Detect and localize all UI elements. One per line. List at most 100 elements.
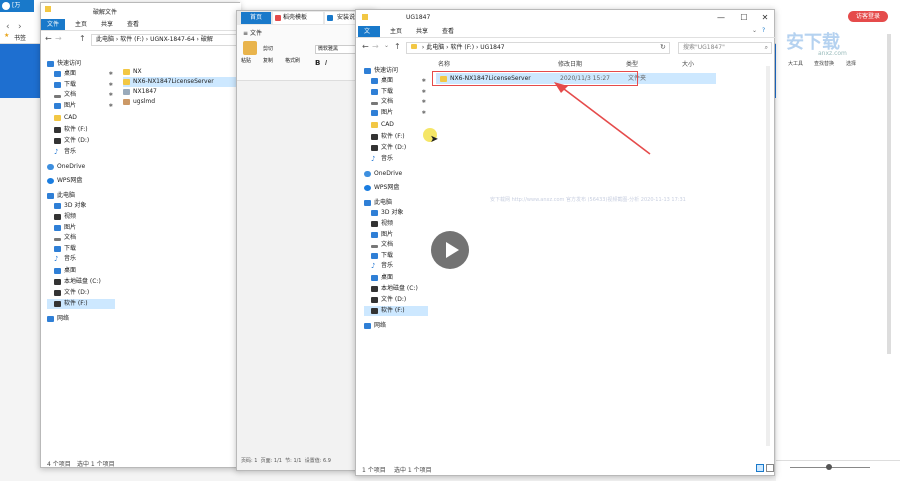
sidebar-item[interactable]: 视频 [364,219,428,229]
sidebar-item[interactable]: 下载 ✱ [47,80,115,90]
help-icon[interactable]: ? [762,27,765,34]
right-scrollbar[interactable] [887,34,891,354]
column-type[interactable]: 类型 [626,60,638,70]
sidebar-item[interactable]: 文档 ✱ [47,90,115,100]
back-icon[interactable]: ← [362,42,369,51]
tab-file[interactable]: 文件 [358,26,380,46]
address-seg-4[interactable]: 破解 [201,36,213,43]
bold-icon[interactable]: B [315,59,320,67]
column-name[interactable]: 名称 [438,60,450,70]
wps-menu-file[interactable]: ≡ 文件 [243,28,262,37]
column-size[interactable]: 大小 [682,60,694,70]
sidebar-item[interactable]: 软件 (F:) [364,132,428,142]
sidebar-item[interactable]: 文件 (D:) [364,295,428,305]
sidebar-item[interactable]: 图片 [47,223,115,233]
paste-label[interactable]: 粘贴 [241,57,251,64]
sidebar-item[interactable]: 下载 ✱ [364,87,428,97]
sidebar-item[interactable]: 文件 (D:) [364,143,428,153]
italic-icon[interactable]: I [325,59,327,67]
sidebar-item[interactable]: ♪ 音乐 [47,147,115,157]
details-view-icon[interactable] [756,464,764,472]
refresh-icon[interactable]: ↻ [660,43,666,51]
sidebar-item[interactable]: 此电脑 [47,191,115,201]
tab-view[interactable]: 查看 [436,26,460,37]
sidebar-item[interactable]: 网络 [47,314,115,324]
maximize-icon[interactable]: ☐ [733,10,755,26]
sidebar-item[interactable]: 软件 (F:) [47,299,115,309]
address-seg-2[interactable]: 软件 (F:) [120,36,144,43]
sidebar-item[interactable]: 文档 [47,233,115,243]
sidebar-item[interactable]: CAD [364,120,428,130]
sidebar-item[interactable]: 文件 (D:) [47,136,115,146]
copy-button[interactable]: 复制 [263,57,273,64]
sidebar-item[interactable]: WPS网盘 [47,176,115,186]
sidebar-item[interactable]: 网络 [364,321,428,331]
list-item-selected[interactable]: NX6-NX1847LicenseServer [123,77,239,87]
up-icon[interactable]: ↑ [394,42,401,51]
login-button[interactable]: 访客登录 [848,11,888,22]
sidebar-item[interactable]: CAD [47,113,115,123]
wps-tab-template[interactable]: 稻壳模板 [273,12,323,24]
sidebar-item[interactable]: 软件 (F:) [364,306,428,316]
tab-share[interactable]: 共享 [95,19,119,30]
sidebar-item[interactable]: WPS网盘 [364,183,428,193]
back-icon[interactable]: ← [45,34,52,43]
list-item[interactable]: NX [123,67,142,77]
tab-file[interactable]: 文件 [41,19,66,30]
sidebar-item[interactable]: ♪ 音乐 [364,154,428,164]
tab-home[interactable]: 主页 [69,19,93,30]
sidebar-item[interactable]: 软件 (F:) [47,125,115,135]
sidebar-item[interactable]: 桌面 ✱ [364,76,428,86]
address-seg-3[interactable]: UG1847 [480,44,504,51]
bookmark-label[interactable]: 书签 [14,33,26,42]
sidebar-item[interactable]: OneDrive [47,162,115,172]
sidebar-item[interactable]: 桌面 [47,266,115,276]
forward-icon[interactable]: → [372,42,379,51]
address-bar[interactable]: 此电脑 › 软件 (F:) › UGNX-1847-64 › 破解 [91,34,241,46]
sidebar-item[interactable]: 文档 ✱ [364,97,428,107]
forward-icon[interactable]: → [55,34,62,43]
sidebar-item[interactable]: 桌面 [364,273,428,283]
sidebar-item[interactable]: 快速访问 [47,59,115,69]
scrollbar[interactable] [766,66,770,446]
tab-view[interactable]: 查看 [121,19,145,30]
zoom-thumb[interactable] [826,464,832,470]
minimize-icon[interactable]: — [710,10,732,26]
tool-label-1[interactable]: 大工具 [788,60,803,67]
address-seg-2[interactable]: 软件 (F:) [450,44,474,51]
tool-label-3[interactable]: 选择 [846,60,856,67]
sidebar-item[interactable]: 桌面 ✱ [47,69,115,79]
address-seg-3[interactable]: UGNX-1847-64 [150,36,195,43]
list-item[interactable]: ugslmd [123,97,155,107]
sidebar-item[interactable]: 图片 ✱ [364,108,428,118]
sidebar-item[interactable]: 本地磁盘 (C:) [364,284,428,294]
sidebar-item[interactable]: 本地磁盘 (C:) [47,277,115,287]
sidebar-item[interactable]: 3D 对象 [47,201,115,211]
search-input[interactable]: 搜索"UG1847" ⌕ [678,42,772,54]
sidebar-item[interactable]: 此电脑 [364,198,428,208]
sidebar-item[interactable]: 快速访问 [364,66,428,76]
tool-label-2[interactable]: 查找替换 [814,60,834,67]
ribbon-expand-icon[interactable]: ⌄ [752,27,757,34]
tab-share[interactable]: 共享 [410,26,434,37]
sidebar-item[interactable]: ♪ 音乐 [47,254,115,264]
sidebar-item[interactable]: 下载 [364,251,428,261]
format-painter-button[interactable]: 格式刷 [285,57,300,64]
recent-locations-icon[interactable]: ⌄ [384,42,389,49]
sidebar-item[interactable]: 文档 [364,240,428,250]
column-date[interactable]: 修改日期 [558,60,582,70]
sidebar-item[interactable]: 视频 [47,212,115,222]
sidebar-item[interactable]: 文件 (D:) [47,288,115,298]
sidebar-item[interactable]: 3D 对象 [364,208,428,218]
sidebar-item[interactable]: OneDrive [364,169,428,179]
sidebar-item[interactable]: 图片 [364,230,428,240]
paste-icon[interactable] [243,41,257,55]
up-icon[interactable]: ↑ [79,34,86,43]
sidebar-item[interactable]: 下载 [47,244,115,254]
address-bar[interactable]: › 此电脑 › 软件 (F:) › UG1847 [406,42,670,54]
list-item[interactable]: NX1847 [123,87,157,97]
address-seg-1[interactable]: 此电脑 [426,44,444,51]
large-icons-view-icon[interactable] [766,464,774,472]
wps-tab-home[interactable]: 首页 [241,12,271,24]
sidebar-item[interactable]: ♪ 音乐 [364,261,428,271]
